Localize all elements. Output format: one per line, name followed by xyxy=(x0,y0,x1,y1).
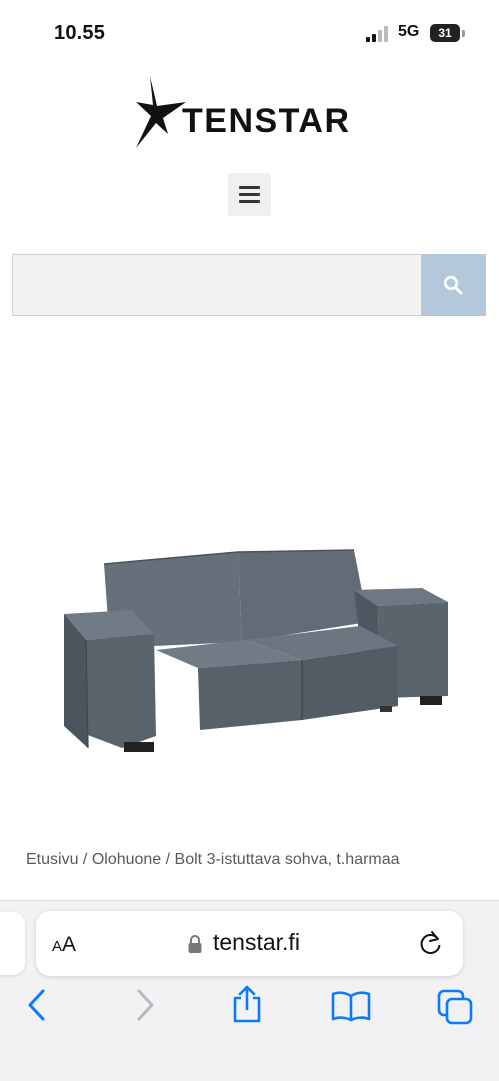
product-image xyxy=(64,549,448,752)
lock-icon xyxy=(188,935,202,953)
tabs-icon[interactable] xyxy=(436,988,476,1026)
logo-text: TENSTAR xyxy=(182,102,351,140)
back-icon[interactable] xyxy=(26,988,48,1022)
reader-mode-button[interactable]: AA xyxy=(52,933,76,957)
status-time: 10.55 xyxy=(54,22,106,44)
status-bar: 10.55 5G 31 xyxy=(0,0,499,66)
previous-tab-card[interactable] xyxy=(0,912,25,975)
battery-icon: 31 xyxy=(430,24,460,42)
breadcrumb: Etusivu / Olohuone / Bolt 3-istuttava so… xyxy=(26,846,426,874)
reload-icon[interactable] xyxy=(418,929,444,957)
breadcrumb-current: Bolt 3-istuttava sohva, t.harmaa xyxy=(174,851,400,868)
network-label: 5G xyxy=(398,23,420,40)
breadcrumb-separator: / xyxy=(78,851,92,868)
search-input[interactable] xyxy=(12,254,421,316)
site-logo[interactable]: TENSTAR xyxy=(130,72,370,152)
breadcrumb-home[interactable]: Etusivu xyxy=(26,851,78,868)
search-icon xyxy=(443,275,463,295)
menu-button[interactable] xyxy=(228,173,271,216)
share-icon[interactable] xyxy=(230,984,264,1024)
search-button[interactable] xyxy=(421,254,486,316)
breadcrumb-category[interactable]: Olohuone xyxy=(92,851,161,868)
breadcrumb-separator: / xyxy=(161,851,175,868)
url-text[interactable]: tenstar.fi xyxy=(213,929,300,956)
battery-tip xyxy=(462,30,465,37)
signal-icon xyxy=(366,26,388,42)
forward-icon[interactable] xyxy=(134,988,156,1022)
bookmarks-icon[interactable] xyxy=(330,990,372,1022)
